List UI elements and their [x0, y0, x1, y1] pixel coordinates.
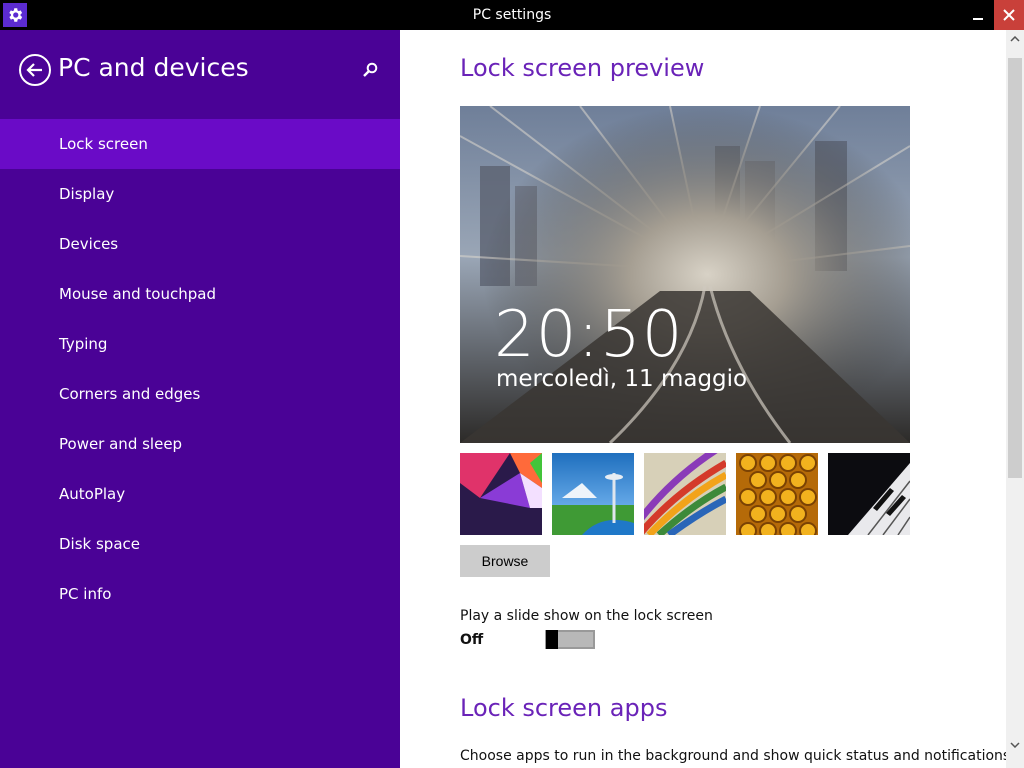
thumbnail-colorful-shapes[interactable] — [460, 453, 542, 535]
sidebar-nav: Lock screen Display Devices Mouse and to… — [0, 119, 400, 619]
thumbnail-space-needle[interactable] — [552, 453, 634, 535]
sidebar-item-label: Corners and edges — [59, 385, 201, 403]
chevron-up-icon — [1010, 36, 1020, 42]
sidebar-item-label: Typing — [59, 335, 108, 353]
scroll-up-button[interactable] — [1006, 30, 1024, 48]
close-icon — [1003, 9, 1015, 21]
sidebar-item-label: Devices — [59, 235, 119, 253]
slideshow-toggle-state: Off — [460, 632, 484, 648]
sidebar-item-label: Mouse and touchpad — [59, 285, 216, 303]
scrollbar[interactable] — [1006, 30, 1024, 768]
sidebar-item-label: Lock screen — [59, 135, 148, 153]
minimize-button[interactable] — [964, 0, 992, 30]
sidebar-item-autoplay[interactable]: AutoPlay — [0, 469, 400, 519]
chevron-down-icon — [1010, 742, 1020, 748]
lock-screen-apps-heading: Lock screen apps — [460, 694, 668, 722]
tunnel-image — [460, 106, 910, 443]
toggle-knob[interactable] — [546, 630, 558, 649]
sidebar-header: PC and devices — [0, 30, 400, 110]
slideshow-toggle[interactable] — [545, 630, 595, 649]
sidebar-item-power-and-sleep[interactable]: Power and sleep — [0, 419, 400, 469]
sidebar-item-typing[interactable]: Typing — [0, 319, 400, 369]
back-button[interactable] — [19, 54, 51, 86]
slideshow-label: Play a slide show on the lock screen — [460, 608, 713, 624]
sidebar-item-label: Disk space — [59, 535, 140, 553]
window-title: PC settings — [472, 7, 552, 23]
close-button[interactable] — [994, 0, 1024, 30]
lock-screen-preview-image: 20:50 mercoledì, 11 maggio — [460, 106, 910, 443]
background-thumbnails — [460, 453, 910, 535]
lock-screen-preview-heading: Lock screen preview — [460, 54, 705, 82]
sidebar-item-mouse-and-touchpad[interactable]: Mouse and touchpad — [0, 269, 400, 319]
lock-screen-time: 20:50 — [494, 298, 684, 372]
sidebar: PC and devices Lock screen Display Devic… — [0, 30, 400, 768]
page-title: PC and devices — [58, 53, 249, 82]
lock-screen-date: mercoledì, 11 maggio — [496, 366, 748, 392]
search-button[interactable] — [360, 60, 380, 80]
title-bar: PC settings — [0, 0, 1024, 30]
sidebar-item-corners-and-edges[interactable]: Corners and edges — [0, 369, 400, 419]
sidebar-item-label: Display — [59, 185, 115, 203]
scroll-down-button[interactable] — [1006, 736, 1024, 754]
browse-button[interactable]: Browse — [460, 545, 550, 577]
sidebar-item-disk-space[interactable]: Disk space — [0, 519, 400, 569]
lock-screen-apps-description: Choose apps to run in the background and… — [460, 748, 1015, 764]
back-arrow-icon — [26, 63, 42, 77]
search-icon — [363, 62, 378, 77]
thumbnail-color-stripes[interactable] — [644, 453, 726, 535]
sidebar-item-devices[interactable]: Devices — [0, 219, 400, 269]
sidebar-item-display[interactable]: Display — [0, 169, 400, 219]
sidebar-item-label: AutoPlay — [59, 485, 126, 503]
sidebar-item-label: PC info — [59, 585, 112, 603]
main-content: Lock screen preview 20:50 mercoledì, 11 … — [400, 30, 1015, 768]
thumbnail-piano-keys[interactable] — [828, 453, 910, 535]
sidebar-item-lock-screen[interactable]: Lock screen — [0, 119, 400, 169]
sidebar-item-label: Power and sleep — [59, 435, 183, 453]
sidebar-item-pc-info[interactable]: PC info — [0, 569, 400, 619]
thumbnail-honeycomb[interactable] — [736, 453, 818, 535]
scroll-thumb[interactable] — [1008, 58, 1022, 478]
